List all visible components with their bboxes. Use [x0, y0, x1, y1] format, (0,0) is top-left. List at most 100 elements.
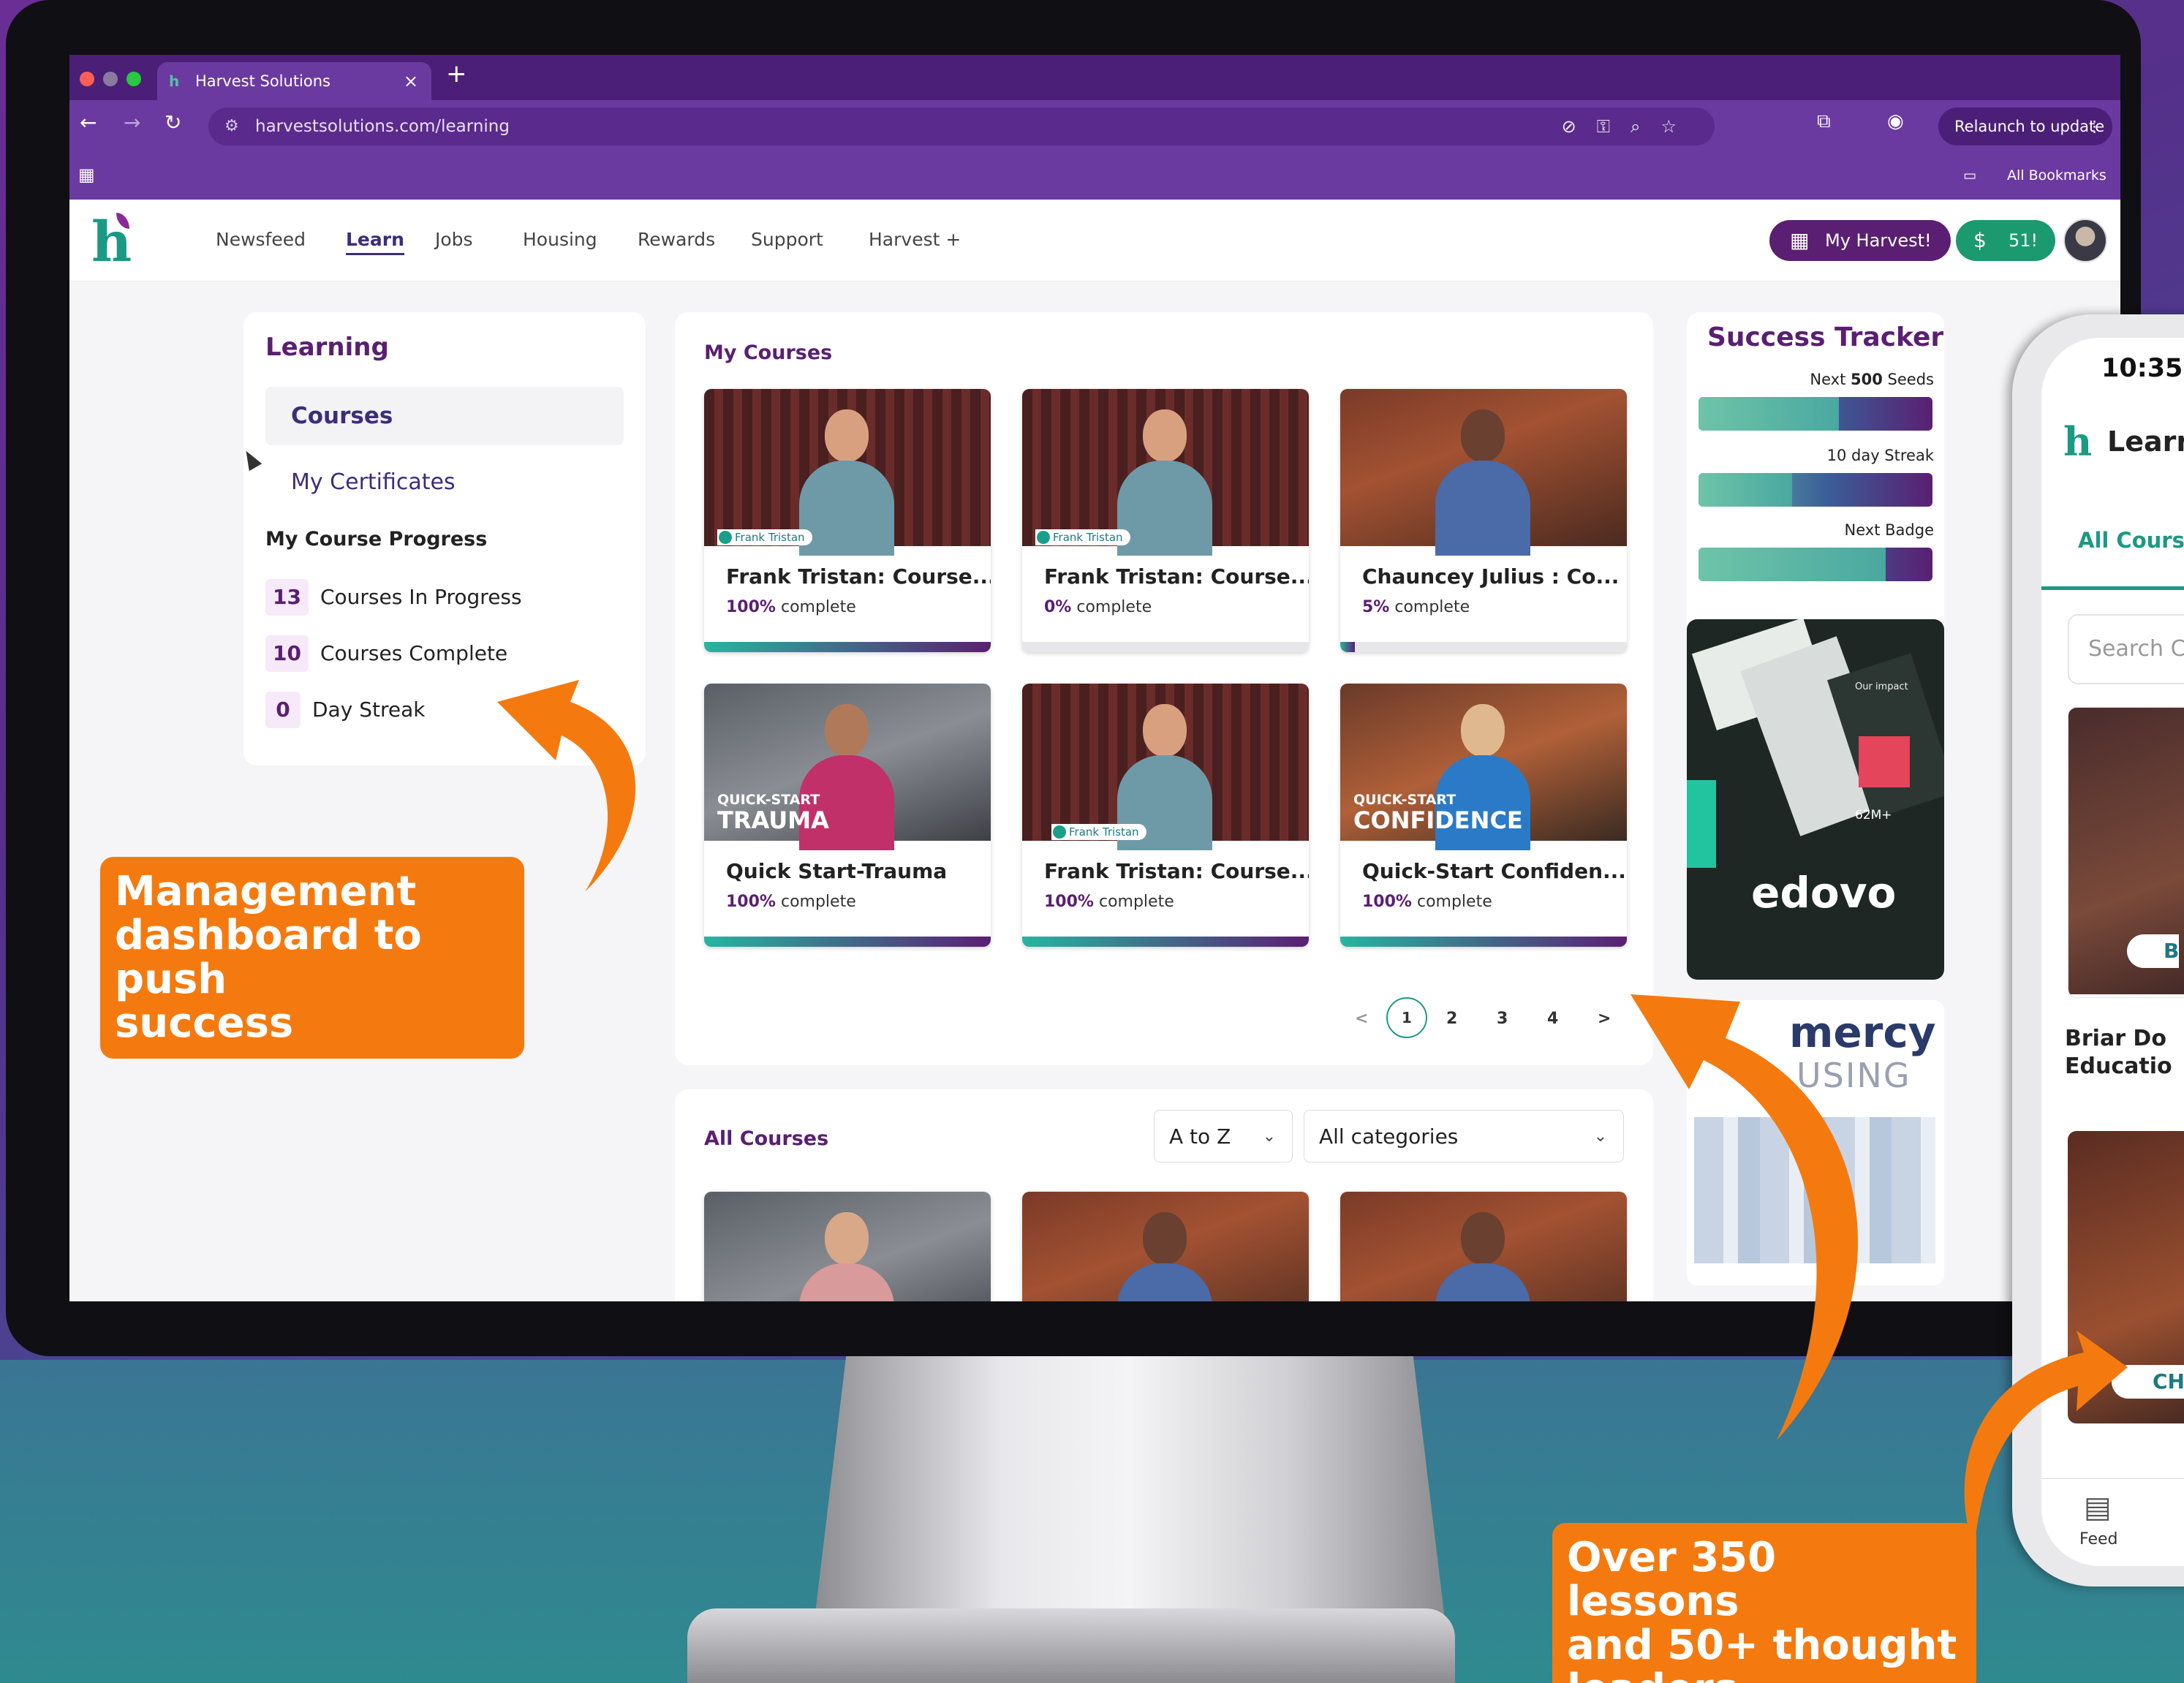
callout-lessons: Over 350 lessonsand 50+ thoughtleaders [1552, 1523, 1976, 1683]
stat-label: Courses In Progress [320, 585, 522, 609]
nav-newsfeed[interactable]: Newsfeed [216, 229, 306, 250]
promo-stat: 62M+ [1855, 808, 1892, 822]
close-window-button[interactable] [80, 72, 94, 86]
stat-count: 0 [265, 692, 301, 728]
presenter-image [799, 1212, 894, 1301]
stat-streak: 0 Day Streak [265, 692, 425, 728]
promo-collage [1687, 780, 1716, 868]
course-card[interactable]: Chauncey Julius : Co... 5% complete [1340, 389, 1627, 652]
my-harvest-label: My Harvest! [1825, 230, 1932, 251]
progress-track [1022, 642, 1309, 652]
stat-label: Day Streak [312, 697, 426, 722]
learning-title: Learning [265, 333, 389, 362]
tracker-label-seeds: Next 500 Seeds [1810, 371, 1934, 388]
sort-select[interactable]: A to Z ⌄ [1154, 1110, 1293, 1162]
phone-tab-indicator [2041, 586, 2184, 590]
presenter-tag: Frank Tristan [1035, 529, 1130, 545]
success-tracker-panel: Success Tracker Next 500 Seeds 10 day St… [1687, 312, 1944, 654]
course-thumbnail [1340, 389, 1627, 556]
course-percent: 5% complete [1362, 598, 1470, 616]
site-settings-icon[interactable]: ⚙ [224, 107, 239, 145]
address-bar-icons[interactable]: ⊘⚿⌕☆ [1562, 107, 1697, 145]
edovo-promo[interactable]: Our impact 62M+ edovo [1687, 619, 1944, 980]
course-card[interactable]: QUICK-START TRAUMA Quick Start-Trauma 100… [704, 684, 991, 947]
phone-course-card[interactable]: B [2068, 707, 2184, 998]
tracker-title: Success Tracker [1707, 322, 1944, 352]
course-title: Quick Start-Trauma [726, 859, 948, 883]
phone-search-input[interactable]: Search C [2068, 614, 2184, 684]
profile-icon[interactable]: ◉ [1887, 110, 1904, 132]
arrow-right-icon [1631, 994, 1859, 1440]
address-bar[interactable]: ⚙ harvestsolutions.com/learning ⊘⚿⌕☆ [208, 107, 1715, 145]
course-card[interactable]: Frank Tristan Frank Tristan: Course... 1… [704, 389, 991, 652]
relaunch-label: Relaunch to update [1954, 118, 2105, 135]
minimize-window-button[interactable] [103, 72, 118, 86]
all-bookmarks-link[interactable]: All Bookmarks [2007, 167, 2106, 184]
coins-button[interactable]: $ 51! [1956, 220, 2055, 261]
nav-housing[interactable]: Housing [523, 229, 597, 250]
relaunch-button[interactable]: Relaunch to update ⋮ [1938, 107, 2112, 145]
nav-support[interactable]: Support [751, 229, 823, 250]
tracker-fill [1699, 548, 1886, 581]
course-thumbnail: QUICK-START TRAUMA [704, 684, 991, 850]
stat-count: 13 [265, 579, 309, 616]
all-courses-panel: All Courses A to Z ⌄ All categories ⌄ [675, 1089, 1653, 1301]
forward-icon[interactable]: → [124, 110, 140, 135]
sidebar-item-certificates[interactable]: My Certificates [291, 469, 456, 495]
presenter-image [1117, 704, 1212, 850]
new-tab-icon[interactable]: + [446, 59, 467, 88]
tracker-label-badge: Next Badge [1844, 521, 1934, 539]
nav-learn[interactable]: Learn [346, 229, 404, 255]
presenter-image [1117, 409, 1212, 556]
my-harvest-button[interactable]: ▦ My Harvest! [1769, 220, 1951, 261]
apps-grid-icon[interactable]: ▦ [78, 164, 95, 185]
phone-title: Learn [2107, 426, 2184, 458]
menu-kebab-icon[interactable]: ⋮ [2087, 107, 2102, 145]
reload-icon[interactable]: ↻ [165, 110, 181, 135]
nav-harvest-plus[interactable]: Harvest + [869, 229, 961, 250]
course-card[interactable]: QUICK-START CONFIDENCE Quick-Start Confid… [1340, 684, 1627, 947]
monitor-base [687, 1608, 1455, 1683]
avatar[interactable] [2063, 219, 2107, 262]
browser-tab[interactable]: h Harvest Solutions × [157, 62, 431, 100]
presenter-image [1117, 1212, 1212, 1301]
course-title: Frank Tristan: Course... [726, 564, 991, 589]
presenter-image [1435, 1212, 1530, 1301]
pager-page-3[interactable]: 3 [1497, 1010, 1508, 1028]
course-card[interactable]: Frank Tristan Frank Tristan: Course... 1… [1022, 684, 1309, 947]
course-card[interactable] [1022, 1192, 1309, 1301]
course-card[interactable]: Frank Tristan Frank Tristan: Course... 0… [1022, 389, 1309, 652]
tracker-fill [1699, 473, 1792, 507]
course-title: Frank Tristan: Course... [1044, 564, 1309, 589]
tracker-bar-streak [1699, 473, 1932, 507]
sidebar-item-courses[interactable]: Courses [265, 387, 624, 445]
course-thumbnail [1340, 1192, 1627, 1301]
my-courses-title: My Courses [704, 341, 833, 364]
coins-label: 51! [2009, 230, 2038, 251]
category-select[interactable]: All categories ⌄ [1304, 1110, 1624, 1162]
course-thumbnail: Frank Tristan [1022, 389, 1309, 556]
pager-page-2[interactable]: 2 [1446, 1010, 1457, 1028]
nav-jobs[interactable]: Jobs [435, 229, 473, 250]
phone-tab-all-courses[interactable]: All Course [2078, 528, 2184, 553]
tab-bar: h Harvest Solutions × + [69, 55, 2120, 100]
nav-rewards[interactable]: Rewards [638, 229, 715, 250]
pager-next[interactable]: > [1598, 1010, 1611, 1028]
pager-page-4[interactable]: 4 [1547, 1010, 1558, 1028]
course-card[interactable] [1340, 1192, 1627, 1301]
progress-bar [704, 642, 991, 652]
app-header: h Newsfeed Learn Jobs Housing Rewards Su… [69, 200, 2120, 281]
maximize-window-button[interactable] [126, 72, 141, 86]
browser-toolbar: ← → ↻ ⚙ harvestsolutions.com/learning ⊘⚿… [69, 100, 2120, 153]
close-tab-icon[interactable]: × [404, 62, 418, 100]
course-title: Quick-Start Confiden... [1362, 859, 1626, 883]
back-icon[interactable]: ← [80, 110, 97, 135]
course-title: Frank Tristan: Course... [1044, 859, 1309, 883]
course-card[interactable] [704, 1192, 991, 1301]
harvest-logo[interactable]: h [91, 213, 135, 271]
pager-prev[interactable]: < [1355, 1010, 1368, 1028]
course-thumbnail [1022, 1192, 1309, 1301]
stat-count: 10 [265, 635, 309, 672]
cast-icon[interactable]: ⧉ [1817, 110, 1831, 133]
pager-page-1[interactable]: 1 [1386, 997, 1427, 1038]
